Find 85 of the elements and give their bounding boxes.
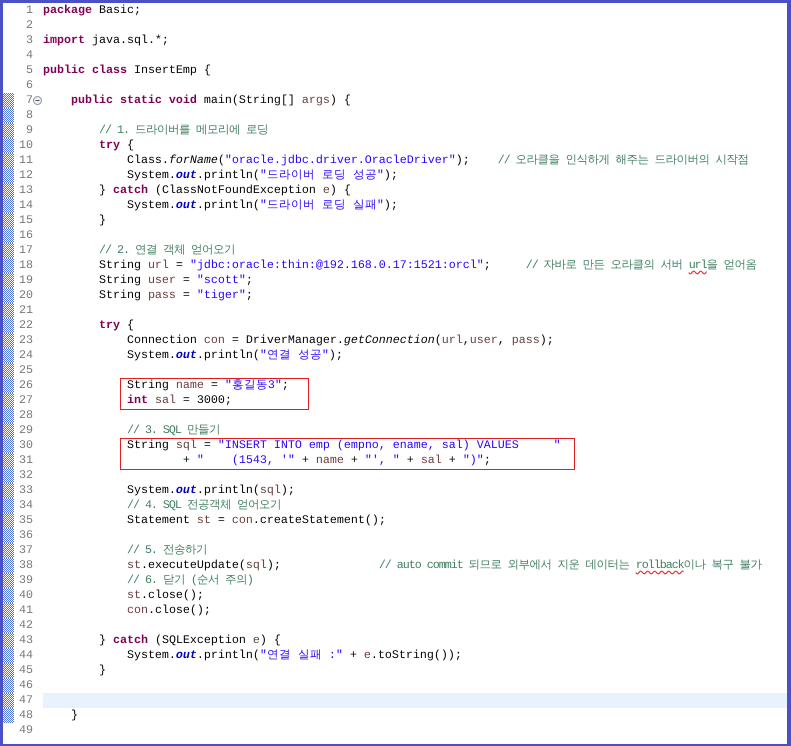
code-line: try { — [98, 138, 135, 153]
line-number: 43 — [19, 633, 33, 648]
line-number: 18 — [19, 258, 33, 273]
line-number: 38 — [19, 558, 33, 573]
line-number: 41 — [19, 603, 33, 618]
code-line: } catch (SQLException e) { — [98, 633, 282, 648]
line-number: 12 — [19, 168, 33, 183]
line-number: 31 — [19, 453, 33, 468]
line-number: 25 — [19, 363, 33, 378]
line-number: 35 — [19, 513, 33, 528]
collapse-icon[interactable] — [33, 96, 42, 105]
code-line: System.out.println("연결 성공"); — [126, 348, 344, 363]
line-number: 39 — [19, 573, 33, 588]
code-line: // 5. 전송하기 — [126, 543, 208, 558]
line-number: 42 — [19, 618, 33, 633]
line-number: 28 — [19, 408, 33, 423]
line-number: 13 — [19, 183, 33, 198]
line-number: 23 — [19, 333, 33, 348]
line-number: 8 — [26, 108, 33, 123]
line-number: 26 — [19, 378, 33, 393]
line-number: 14 — [19, 198, 33, 213]
code-line: String pass = "tiger"; — [98, 288, 254, 303]
line-number: 33 — [19, 483, 33, 498]
code-line: public class InsertEmp { — [43, 63, 212, 78]
line-number: 46 — [19, 678, 33, 693]
line-number: 4 — [26, 48, 33, 63]
code-line: + " (1543, '" + name + "', " + sal + ")"; — [182, 453, 492, 468]
line-number: 3 — [26, 33, 33, 48]
line-number: 47 — [19, 693, 33, 708]
code-line: System.out.println("드라이버 로딩 성공"); — [126, 168, 399, 183]
line-number: 45 — [19, 663, 33, 678]
code-line: System.out.println("드라이버 로딩 실패"); — [126, 198, 399, 213]
line-number: 6 — [26, 78, 33, 93]
code-line: // 3. SQL 만들기 — [126, 423, 221, 438]
code-line: } — [70, 708, 79, 723]
code-line: // 4. SQL 전공객체 얻어오기 — [126, 498, 282, 513]
line-number: 24 — [19, 348, 33, 363]
code-line: st.close(); — [126, 588, 205, 603]
line-number: 17 — [19, 243, 33, 258]
line-number: 36 — [19, 528, 33, 543]
line-number: 44 — [19, 648, 33, 663]
line-number: 30 — [19, 438, 33, 453]
code-line: String sql = "INSERT INTO emp (empno, ename, sal) VALUES " — [126, 438, 562, 453]
code-line: // 1. 드라이버를 메모리에 로딩 — [98, 123, 269, 138]
code-line: System.out.println(sql); — [126, 483, 296, 498]
code-line: Class.forName("oracle.jdbc.driver.OracleDriver"); // 오라클을 인식하게 해주는 드라이버의 시작점 — [126, 153, 750, 168]
line-number: 34 — [19, 498, 33, 513]
line-number: 40 — [19, 588, 33, 603]
code-line: import java.sql.*; — [43, 33, 170, 48]
line-number: 32 — [19, 468, 33, 483]
line-number: 2 — [26, 18, 33, 33]
code-line: st.executeUpdate(sql); // auto commit 되므로 외부에서 지운 데이터는 rollback이나 복구 불가 — [126, 558, 763, 573]
line-number: 9 — [26, 123, 33, 138]
code-line: String name = "홍길동3"; — [126, 378, 290, 393]
line-number: 27 — [19, 393, 33, 408]
line-number: 19 — [19, 273, 33, 288]
code-line: Statement st = con.createStatement(); — [126, 513, 387, 528]
line-number: 21 — [19, 303, 33, 318]
code-line: // 6. 닫기 (순서 주의) — [126, 573, 254, 588]
line-number: 10 — [19, 138, 33, 153]
code-line: int sal = 3000; — [126, 393, 233, 408]
code-line: Connection con = DriverManager.getConnection(url,user, pass); — [126, 333, 555, 348]
line-number: 11 — [19, 153, 33, 168]
code-line: System.out.println("연결 실패 :" + e.toString()); — [126, 648, 463, 663]
code-line: String user = "scott"; — [98, 273, 254, 288]
code-line: } catch (ClassNotFoundException e) { — [98, 183, 352, 198]
line-number: 20 — [19, 288, 33, 303]
code-line: package Basic; — [43, 3, 142, 18]
code-line: public static void main(String[] args) { — [70, 93, 352, 108]
line-number: 29 — [19, 423, 33, 438]
line-number: 22 — [19, 318, 33, 333]
code-line: try { — [98, 318, 135, 333]
line-number: 49 — [19, 723, 33, 738]
line-number: 7 — [26, 93, 33, 108]
line-number: 1 — [26, 3, 33, 18]
code-line: String url = "jdbc:oracle:thin:@192.168.0.17:1521:orcl"; // 자바로 만든 오라클의 서버 url을 얻어옴 — [98, 258, 758, 273]
code-line: } — [98, 663, 107, 678]
line-number: 5 — [26, 63, 33, 78]
code-line: } — [98, 213, 107, 228]
line-number: 48 — [19, 708, 33, 723]
line-number: 37 — [19, 543, 33, 558]
code-line: // 2. 연결 객체 얻어오기 — [98, 243, 236, 258]
code-line: con.close(); — [126, 603, 212, 618]
line-number: 16 — [19, 228, 33, 243]
line-number: 15 — [19, 213, 33, 228]
